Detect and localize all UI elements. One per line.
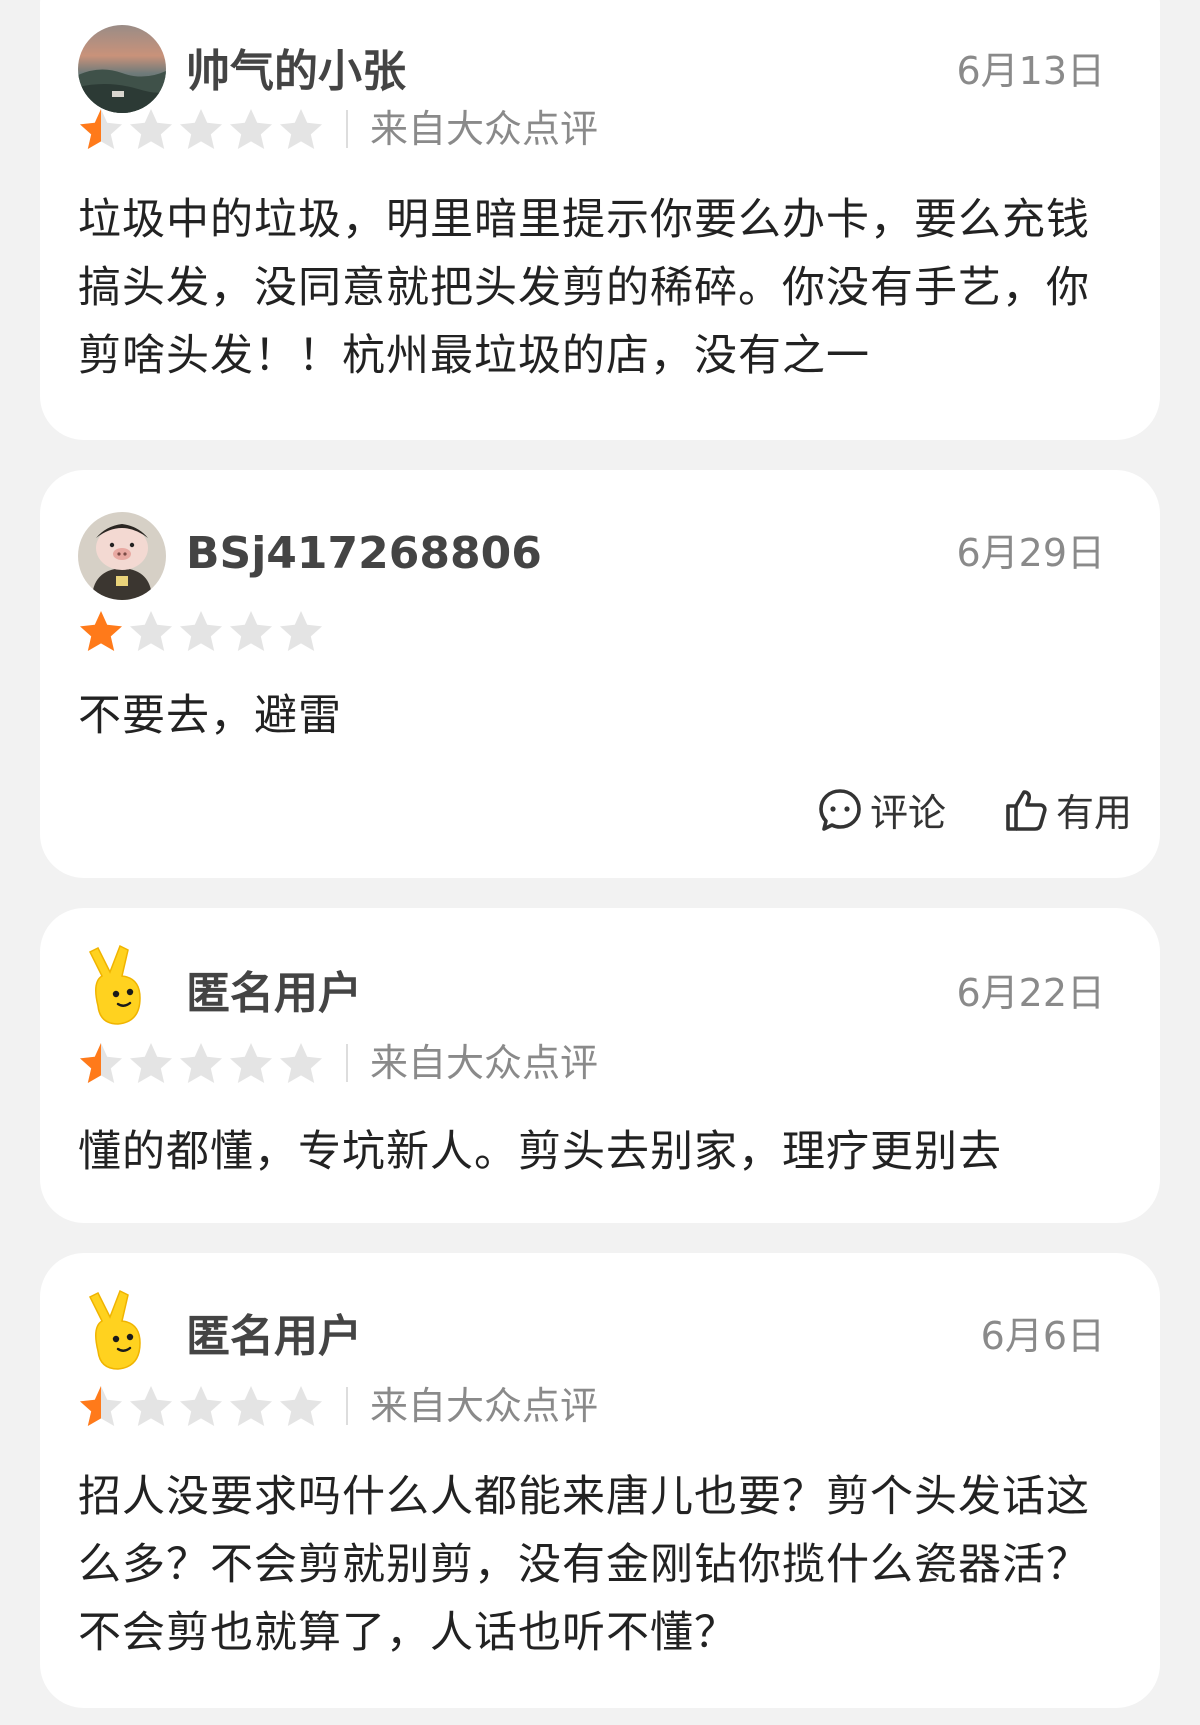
yellow-mascot-avatar-icon [88, 944, 141, 1025]
star-empty-icon [130, 1386, 172, 1426]
star-empty-icon [280, 611, 322, 651]
review-source: 来自大众点评 [370, 1041, 599, 1085]
star-empty-icon [180, 1043, 222, 1083]
star-rating: 来自大众点评 [76, 106, 598, 152]
comment-button[interactable]: 评论 [816, 782, 946, 837]
review-date: 6月6日 [980, 1314, 1105, 1358]
star-empty-icon [180, 611, 222, 651]
star-empty-icon [130, 109, 172, 149]
comment-icon [819, 788, 861, 831]
divider [346, 1387, 348, 1425]
star-rating: 来自大众点评 [76, 1383, 598, 1429]
avatar[interactable] [78, 25, 166, 113]
username[interactable]: BSj417268806 [186, 532, 542, 576]
star-empty-icon [230, 1386, 272, 1426]
star-empty-icon [280, 1043, 322, 1083]
star-empty-icon [130, 611, 172, 651]
yellow-mascot-avatar-icon [88, 1289, 141, 1370]
star-empty-icon [180, 1386, 222, 1426]
star-filled-icon [80, 611, 122, 651]
star-half-icon [80, 1043, 122, 1083]
avatar[interactable] [78, 1287, 166, 1375]
review-card: 匿名用户 6月6日 来自大众点评 招人没要求吗什么人都能来唐儿也要？剪个头发话这… [40, 1253, 1160, 1708]
avatar[interactable] [78, 512, 166, 600]
star-half-icon [80, 1386, 122, 1426]
review-source: 来自大众点评 [370, 1384, 599, 1428]
star-rating: 来自大众点评 [76, 1040, 598, 1086]
review-actions: 评论 有用 [816, 782, 1132, 837]
review-text: 懂的都懂，专坑新人。剪头去别家，理疗更别去 [78, 1127, 1002, 1177]
star-empty-icon [280, 109, 322, 149]
useful-button[interactable]: 有用 [1002, 782, 1132, 837]
username[interactable]: 匿名用户 [186, 1315, 362, 1359]
review-date: 6月29日 [956, 531, 1105, 575]
username[interactable]: 匿名用户 [186, 972, 362, 1016]
review-card: 匿名用户 6月22日 来自大众点评 懂的都懂，专坑新人。剪头去别家，理疗更别去 [40, 908, 1160, 1223]
review-date: 6月22日 [956, 971, 1105, 1015]
avatar[interactable] [78, 942, 166, 1030]
star-half-icon [80, 109, 122, 149]
username[interactable]: 帅气的小张 [186, 50, 406, 94]
cartoon-pig-avatar-icon [78, 512, 166, 600]
star-empty-icon [230, 1043, 272, 1083]
review-source: 来自大众点评 [370, 107, 599, 151]
star-empty-icon [230, 611, 272, 651]
star-empty-icon [130, 1043, 172, 1083]
review-text: 垃圾中的垃圾，明里暗里提示你要么办卡，要么充钱搞头发，没同意就把头发剪的稀碎。你… [78, 195, 1090, 381]
divider [346, 1044, 348, 1082]
review-card: 帅气的小张 6月13日 来自大众点评 垃圾中的垃圾，明里暗里提示你要么办卡，要么… [40, 0, 1160, 440]
landscape-photo-avatar-icon [78, 25, 166, 113]
review-card: BSj417268806 6月29日 不要去，避雷 评论 有用 [40, 470, 1160, 878]
star-empty-icon [180, 109, 222, 149]
review-date: 6月13日 [956, 49, 1105, 93]
thumbs-up-icon [1006, 789, 1047, 831]
star-rating [76, 608, 326, 654]
review-text: 招人没要求吗什么人都能来唐儿也要？剪个头发话这么多？不会剪就别剪，没有金刚钻你揽… [78, 1472, 1090, 1658]
review-text: 不要去，避雷 [78, 691, 342, 741]
divider [346, 110, 348, 148]
comment-label: 评论 [869, 791, 946, 835]
star-empty-icon [280, 1386, 322, 1426]
star-empty-icon [230, 109, 272, 149]
useful-label: 有用 [1055, 791, 1132, 835]
